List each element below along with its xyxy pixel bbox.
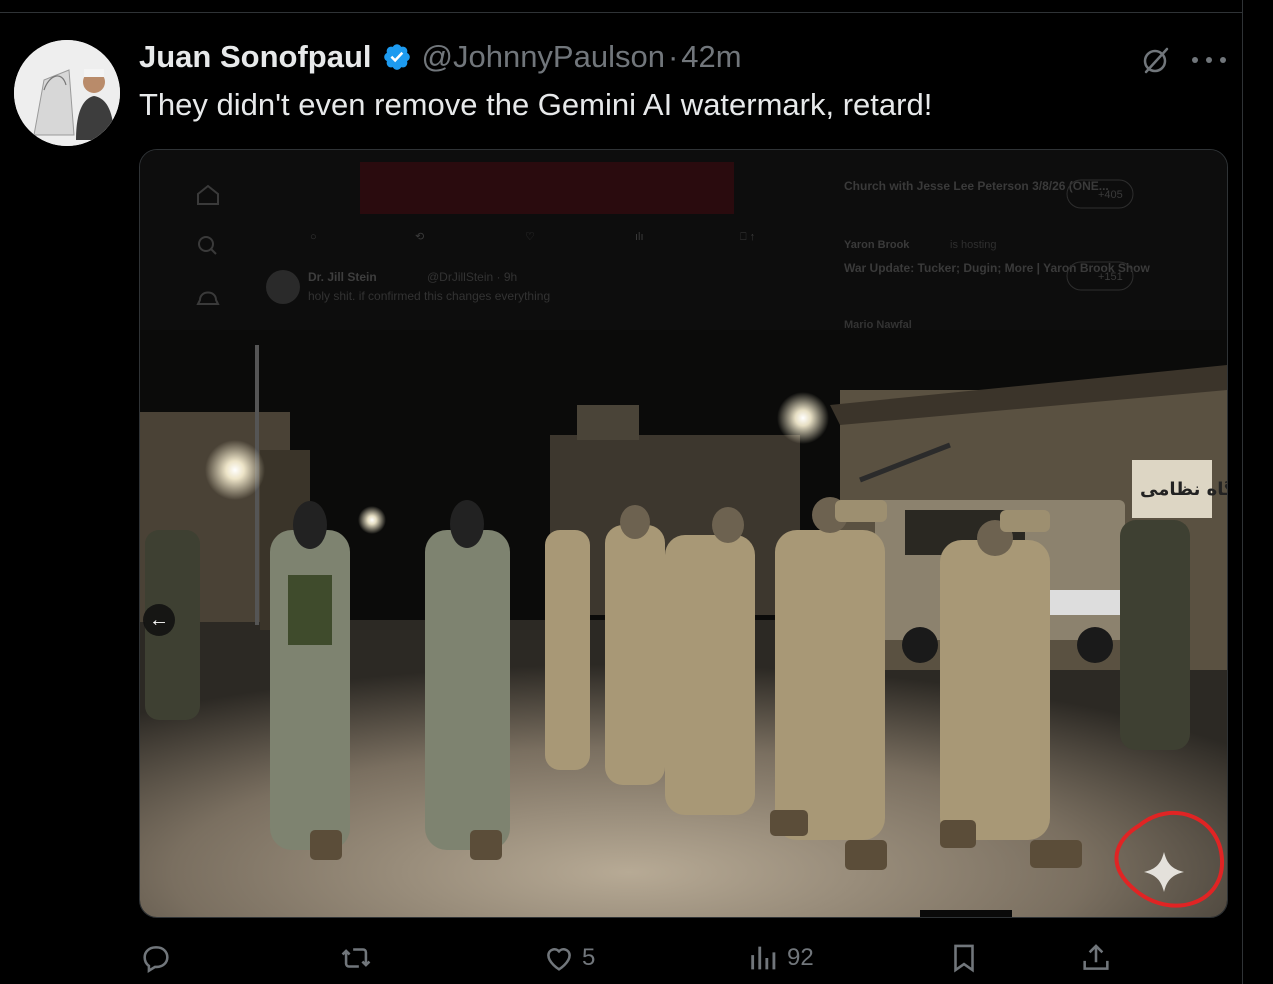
tweet-header: Juan Sonofpaul @JohnnyPaulson · 42m: [139, 36, 742, 78]
share-button[interactable]: [1079, 934, 1113, 982]
reply-button[interactable]: [139, 934, 179, 982]
author-name[interactable]: Juan Sonofpaul: [139, 39, 372, 75]
like-button[interactable]: 5: [542, 934, 595, 982]
embedded-trend-2-author: Yaron Brook: [844, 239, 910, 251]
avatar[interactable]: [14, 40, 120, 146]
bookmark-button[interactable]: [947, 934, 981, 982]
embedded-post-text: holy shit. if confirmed this changes eve…: [308, 289, 550, 303]
arrow-left-icon[interactable]: ←: [143, 604, 175, 636]
reply-icon: [143, 946, 169, 974]
svg-text:ılı: ılı: [635, 231, 644, 243]
svg-text:○: ○: [310, 231, 317, 243]
like-icon: [547, 948, 571, 971]
embedded-badge-2: +151: [1098, 271, 1123, 283]
more-icon[interactable]: [1192, 44, 1226, 76]
embedded-post-handle: @DrJillStein · 9h: [427, 270, 517, 284]
tweet-action-bar: 5 92: [139, 934, 1239, 982]
like-count: 5: [582, 944, 596, 971]
views-icon: [751, 946, 776, 970]
views-button[interactable]: 92: [747, 934, 814, 982]
svg-text:⟲: ⟲: [415, 231, 424, 243]
post-time[interactable]: 42m: [681, 39, 741, 75]
header-separator: ·: [667, 39, 679, 74]
svg-text:⎕ ↑: ⎕ ↑: [740, 231, 755, 243]
timeline-top-divider: [0, 12, 1242, 13]
embedded-trend-2-handle: is hosting: [950, 239, 996, 251]
embedded-post-author: Dr. Jill Stein: [308, 270, 377, 284]
embedded-badge-1: +405: [1098, 189, 1123, 201]
verified-badge-icon[interactable]: [382, 42, 412, 72]
more-dot: [1192, 57, 1198, 63]
share-icon: [1083, 944, 1109, 970]
more-dot: [1220, 57, 1226, 63]
timeline-column-divider: [1242, 0, 1243, 984]
repost-icon: [341, 948, 371, 968]
views-count: 92: [787, 944, 814, 971]
embedded-trend-3-author: Mario Nawfal: [844, 319, 912, 331]
author-handle[interactable]: @JohnnyPaulson: [422, 39, 665, 75]
grok-icon[interactable]: [1140, 44, 1172, 76]
tweet-text: They didn't even remove the Gemini AI wa…: [139, 87, 933, 122]
more-dot: [1206, 57, 1212, 63]
tweet-media-image[interactable]: ○ ⟲ ♡ ılı ⎕ ↑ Dr. Jill Stein @DrJillStein · …: [139, 149, 1228, 918]
bookmark-icon: [954, 944, 974, 973]
repost-button[interactable]: [339, 934, 379, 982]
svg-text:♡: ♡: [525, 231, 535, 243]
base-sign-text: پایگاه نظامی: [1140, 478, 1227, 500]
